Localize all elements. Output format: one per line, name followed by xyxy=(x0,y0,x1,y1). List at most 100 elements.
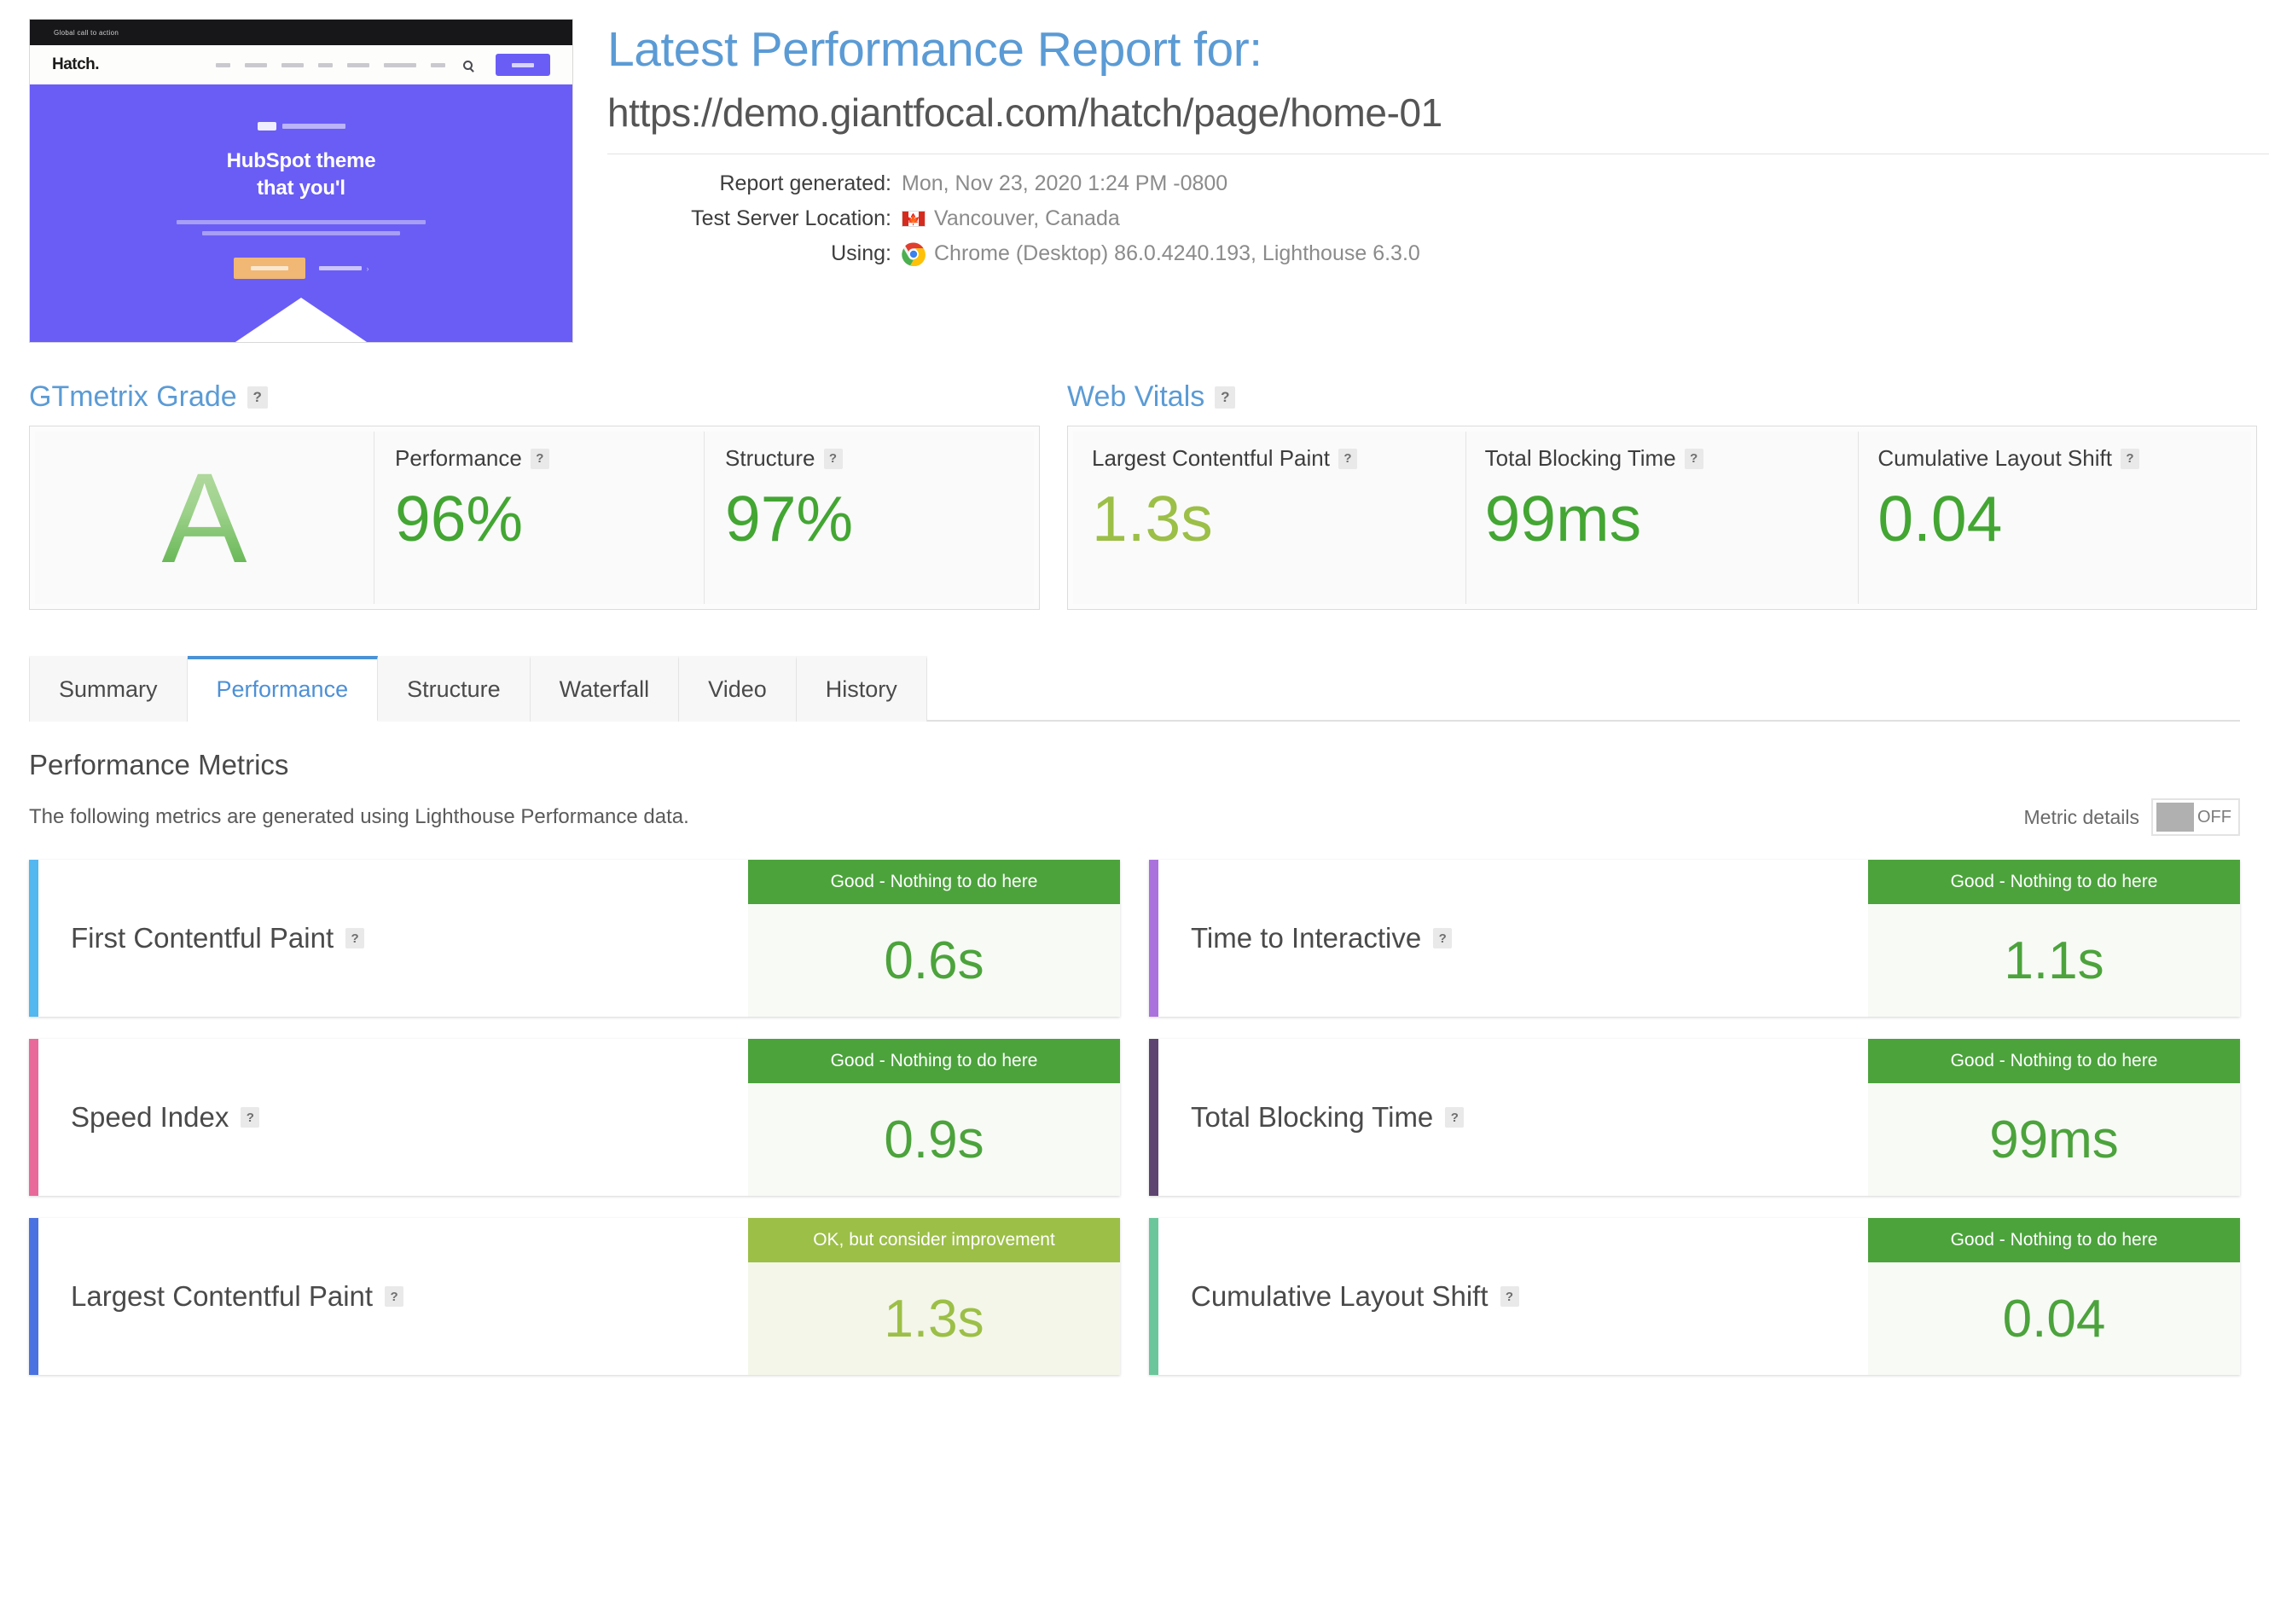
metric-result-area: OK, but consider improvement 1.3s xyxy=(748,1218,1120,1375)
metric-name-area: Time to Interactive? xyxy=(1158,860,1868,1017)
meta-value: Chrome (Desktop) 86.0.4240.193, Lighthou… xyxy=(902,241,1420,266)
performance-metrics-title: Performance Metrics xyxy=(29,749,289,780)
meta-row-test-server-location: Test Server Location: 🍁 Vancouver, Canad… xyxy=(607,206,2269,231)
tab-waterfall[interactable]: Waterfall xyxy=(530,656,680,722)
help-icon[interactable]: ? xyxy=(823,448,843,469)
metric-name-area: Speed Index? xyxy=(38,1039,748,1196)
thumbnail-navbar: Hatch. xyxy=(30,45,572,84)
report-generated-value: Mon, Nov 23, 2020 1:24 PM -0800 xyxy=(902,171,1228,196)
performance-metrics-section: Performance Metrics The following metric… xyxy=(0,749,2269,1375)
page-screenshot-thumbnail[interactable]: Global call to action Hatch. HubSpot the… xyxy=(29,19,573,343)
web-vital-cls-cell: Cumulative Layout Shift ? 0.04 xyxy=(1859,432,2252,604)
thumbnail-topbar-text: Global call to action xyxy=(54,28,119,37)
help-icon[interactable]: ? xyxy=(1684,448,1703,469)
metric-name-label: Total Blocking Time xyxy=(1191,1101,1434,1133)
performance-metrics-subheader: The following metrics are generated usin… xyxy=(29,798,2240,836)
web-vital-lcp-label: Largest Contentful Paint xyxy=(1092,445,1330,471)
metric-card[interactable]: First Contentful Paint? Good - Nothing to… xyxy=(29,860,1120,1017)
gtmetrix-grade-panel: GTmetrix Grade ? A Performance ? 96% Str… xyxy=(29,380,1040,610)
metric-result-area: Good - Nothing to do here 0.9s xyxy=(748,1039,1120,1196)
report-header-text: Latest Performance Report for: https://d… xyxy=(573,19,2269,343)
report-tabs: Summary Performance Structure Waterfall Vide… xyxy=(29,654,2240,722)
metric-status-badge: OK, but consider improvement xyxy=(748,1218,1120,1262)
web-vital-lcp-cell: Largest Contentful Paint ? 1.3s xyxy=(1073,432,1466,604)
tab-history[interactable]: History xyxy=(796,656,927,722)
page-title: Latest Performance Report for: xyxy=(607,22,1262,77)
metric-result-area: Good - Nothing to do here 1.1s xyxy=(1868,860,2240,1017)
tab-video[interactable]: Video xyxy=(679,656,797,722)
help-icon[interactable]: ? xyxy=(530,448,549,469)
chrome-icon xyxy=(902,242,926,266)
score-panels: GTmetrix Grade ? A Performance ? 96% Str… xyxy=(0,380,2269,610)
web-vital-tbt-value: 99ms xyxy=(1484,483,1642,554)
help-icon[interactable]: ? xyxy=(1338,448,1357,469)
meta-value: Mon, Nov 23, 2020 1:24 PM -0800 xyxy=(902,171,1227,196)
metric-details-toggle[interactable]: OFF xyxy=(2151,798,2240,836)
help-icon[interactable]: ? xyxy=(241,1107,260,1128)
hero-heading-line-2: that you'l xyxy=(257,176,345,200)
thumbnail-hero-heading: HubSpot theme that you'l xyxy=(227,148,376,201)
web-vital-cls-value: 0.04 xyxy=(1877,483,2003,554)
help-icon[interactable]: ? xyxy=(385,1286,404,1307)
metric-value: 1.3s xyxy=(748,1262,1120,1375)
thumbnail-hero-notch xyxy=(233,298,369,342)
metric-status-badge: Good - Nothing to do here xyxy=(748,860,1120,904)
report-url[interactable]: https://demo.giantfocal.com/hatch/page/h… xyxy=(607,90,2269,136)
metric-status-badge: Good - Nothing to do here xyxy=(1868,1039,2240,1083)
help-icon[interactable]: ? xyxy=(345,928,365,948)
web-vital-cls-header: Cumulative Layout Shift ? xyxy=(1877,445,2232,472)
help-icon[interactable]: ? xyxy=(247,386,268,409)
web-vital-cls-label: Cumulative Layout Shift xyxy=(1877,445,2112,471)
meta-row-using: Using: Chrome (Desktop) 86.0.4240.193, L… xyxy=(607,241,2269,266)
performance-score-cell: Performance ? 96% xyxy=(374,432,705,604)
thumbnail-secondary-cta-link: › xyxy=(318,264,369,273)
web-vital-lcp-value: 1.3s xyxy=(1092,483,1213,554)
metric-status-badge: Good - Nothing to do here xyxy=(1868,1218,2240,1262)
web-vital-tbt-cell: Total Blocking Time ? 99ms xyxy=(1465,432,1860,604)
toggle-knob xyxy=(2156,803,2194,832)
grade-letter: A xyxy=(161,445,247,589)
web-vital-lcp-header: Largest Contentful Paint ? xyxy=(1092,445,1447,472)
metric-status-badge: Good - Nothing to do here xyxy=(748,1039,1120,1083)
tab-summary[interactable]: Summary xyxy=(29,656,188,722)
metric-value: 0.04 xyxy=(1868,1262,2240,1375)
metric-card[interactable]: Total Blocking Time? Good - Nothing to do… xyxy=(1149,1039,2240,1196)
search-icon xyxy=(463,60,473,70)
metric-name-area: Total Blocking Time? xyxy=(1158,1039,1868,1196)
hero-heading-line-1: HubSpot theme xyxy=(226,149,376,172)
metric-details-label: Metric details xyxy=(2023,805,2139,828)
help-icon[interactable]: ? xyxy=(1215,386,1236,409)
help-icon[interactable]: ? xyxy=(1433,928,1453,948)
web-vital-tbt-label: Total Blocking Time xyxy=(1484,445,1676,471)
metric-card[interactable]: Time to Interactive? Good - Nothing to do… xyxy=(1149,860,2240,1017)
help-icon[interactable]: ? xyxy=(1500,1286,1519,1307)
performance-metric-cards: First Contentful Paint? Good - Nothing to… xyxy=(29,860,2240,1375)
tab-performance[interactable]: Performance xyxy=(187,656,379,722)
web-vital-tbt-header: Total Blocking Time ? xyxy=(1485,445,1840,472)
meta-label: Report generated: xyxy=(719,171,891,196)
web-vitals-label: Web Vitals xyxy=(1067,380,1205,413)
help-icon[interactable]: ? xyxy=(1445,1107,1465,1128)
metric-card[interactable]: Speed Index? Good - Nothing to do here 0.9… xyxy=(29,1039,1120,1196)
thumbnail-primary-cta-button xyxy=(233,258,305,280)
metric-name-area: Largest Contentful Paint? xyxy=(38,1218,748,1375)
meta-row-report-generated: Report generated: Mon, Nov 23, 2020 1:24… xyxy=(607,171,2269,196)
metric-value: 1.1s xyxy=(1868,904,2240,1017)
help-icon[interactable]: ? xyxy=(2120,448,2139,469)
metric-name-label: First Contentful Paint xyxy=(71,922,334,954)
structure-score-header: Structure ? xyxy=(725,445,1013,472)
thumbnail-signup-button xyxy=(496,54,550,76)
tab-structure[interactable]: Structure xyxy=(378,656,531,722)
performance-score-header: Performance ? xyxy=(395,445,683,472)
metric-result-area: Good - Nothing to do here 99ms xyxy=(1868,1039,2240,1196)
web-vitals-title: Web Vitals ? xyxy=(1067,380,2257,414)
performance-score-value: 96% xyxy=(395,483,524,554)
metric-value: 0.6s xyxy=(748,904,1120,1017)
thumbnail-hero: HubSpot theme that you'l › xyxy=(30,84,572,342)
meta-label: Test Server Location: xyxy=(691,206,891,231)
metric-status-badge: Good - Nothing to do here xyxy=(1868,860,2240,904)
structure-score-label: Structure xyxy=(725,445,815,471)
gtmetrix-grade-title: GTmetrix Grade ? xyxy=(29,380,1040,414)
metric-card[interactable]: Cumulative Layout Shift? Good - Nothing t… xyxy=(1149,1218,2240,1375)
metric-card[interactable]: Largest Contentful Paint? OK, but conside… xyxy=(29,1218,1120,1375)
